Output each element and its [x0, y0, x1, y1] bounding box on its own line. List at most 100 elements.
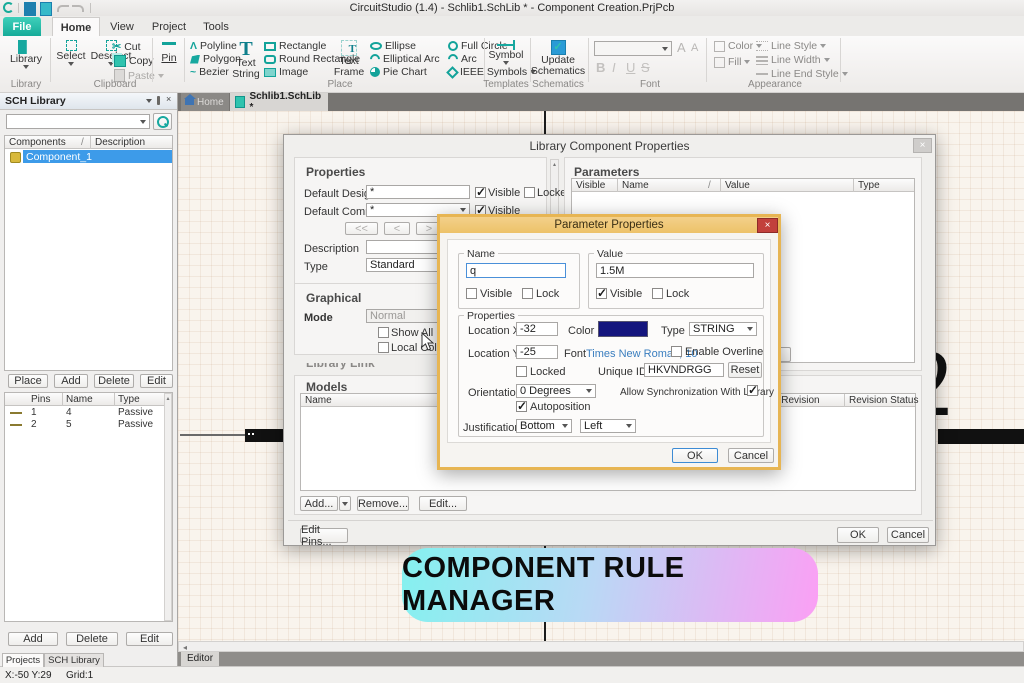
schematic-wire-left[interactable]: [180, 434, 246, 436]
italic-button[interactable]: I: [612, 60, 616, 75]
tab-home[interactable]: Home: [52, 17, 100, 37]
font-size-down[interactable]: A: [691, 42, 698, 54]
line-width-button[interactable]: Line Width: [756, 54, 830, 66]
pin-row[interactable]: 1 4 Passive: [5, 407, 164, 418]
cut-button[interactable]: ✂ Cut: [112, 40, 141, 54]
select-button[interactable]: Select: [54, 40, 88, 66]
pins-vscrollbar[interactable]: ▴: [164, 393, 172, 621]
symbol-button[interactable]: Symbol: [488, 40, 524, 65]
param-close-icon[interactable]: ×: [757, 218, 778, 233]
delete-pin-button[interactable]: Delete: [66, 632, 118, 646]
col-param-visible[interactable]: Visible: [576, 180, 605, 191]
show-all-pins-checkbox[interactable]: [378, 327, 389, 338]
color-swatch[interactable]: [598, 321, 648, 337]
panel-tab-projects[interactable]: Projects: [2, 653, 44, 667]
edit-pins-button[interactable]: Edit Pins...: [300, 524, 348, 548]
tab-file[interactable]: File: [3, 17, 41, 36]
model-add-dropdown[interactable]: [339, 496, 351, 511]
model-add-button[interactable]: Add...: [300, 496, 338, 511]
fill-button[interactable]: Fill: [714, 56, 751, 68]
library-filter-select[interactable]: [6, 114, 150, 129]
scroll-up-icon[interactable]: ▴: [553, 161, 556, 168]
add-component-button[interactable]: Add: [54, 374, 88, 388]
tab-tools[interactable]: Tools: [196, 17, 236, 36]
pager-prev-button[interactable]: <: [384, 222, 410, 235]
component-row[interactable]: Component_1: [5, 150, 172, 163]
param-ok-button[interactable]: OK: [672, 448, 718, 463]
justification-h-select[interactable]: Left: [580, 419, 636, 433]
param-value-input[interactable]: [596, 263, 754, 278]
orientation-select[interactable]: 0 Degrees: [516, 384, 596, 398]
col-param-name[interactable]: Name: [622, 180, 649, 191]
underline-button[interactable]: U: [626, 60, 635, 75]
pin-row[interactable]: 2 5 Passive: [5, 419, 164, 430]
strikethrough-button[interactable]: S: [641, 60, 650, 75]
bezier-button[interactable]: ~ Bezier: [190, 66, 229, 78]
ieee-symbols-button[interactable]: IEEE Symbols: [446, 65, 537, 79]
designator-locked-checkbox[interactable]: [524, 187, 535, 198]
param-name-input[interactable]: [466, 263, 566, 278]
tab-project[interactable]: Project: [146, 17, 192, 36]
col-model-name[interactable]: Name: [305, 395, 332, 406]
place-button[interactable]: Place: [8, 374, 48, 388]
polyline-button[interactable]: Λ Polyline: [190, 40, 237, 52]
col-description[interactable]: Description: [95, 137, 145, 148]
panel-menu-icon[interactable]: [146, 99, 152, 103]
dialog-cancel-button[interactable]: Cancel: [887, 527, 929, 543]
rectangle-button[interactable]: Rectangle: [264, 40, 326, 52]
text-string-button[interactable]: T Text String: [232, 39, 260, 80]
doc-tab-schlib[interactable]: Schlib1.SchLib *: [230, 91, 328, 113]
text-frame-button[interactable]: T Text Frame: [334, 40, 364, 78]
locked-checkbox[interactable]: [516, 366, 527, 377]
param-cancel-button[interactable]: Cancel: [728, 448, 774, 463]
image-button[interactable]: Image: [264, 66, 308, 78]
panel-pin-icon[interactable]: [157, 96, 160, 105]
font-size-up[interactable]: A: [677, 40, 686, 55]
schematic-pin-right[interactable]: [938, 429, 1024, 444]
tab-view[interactable]: View: [102, 17, 142, 36]
col-param-type[interactable]: Type: [858, 180, 880, 191]
update-schematics-button[interactable]: ✓ Update Schematics: [531, 40, 585, 77]
scroll-left-icon[interactable]: ◂: [183, 643, 187, 652]
doc-tab-home[interactable]: Home: [181, 93, 229, 111]
pin-button[interactable]: Pin: [156, 42, 182, 64]
font-family-select[interactable]: [594, 41, 672, 56]
unique-id-input[interactable]: [644, 363, 724, 377]
close-icon[interactable]: ×: [913, 138, 932, 153]
col-pin-name[interactable]: Name: [66, 394, 93, 405]
line-style-button[interactable]: Line Style: [756, 40, 827, 52]
elliptical-arc-button[interactable]: Elliptical Arc: [367, 51, 440, 67]
canvas-hscrollbar[interactable]: ◂: [178, 641, 1024, 652]
dialog-ok-button[interactable]: OK: [837, 527, 879, 543]
model-edit-button[interactable]: Edit...: [419, 496, 467, 511]
editor-tab[interactable]: Editor: [181, 652, 219, 666]
add-pin-button[interactable]: Add: [8, 632, 58, 646]
justification-v-select[interactable]: Bottom: [516, 419, 572, 433]
reset-button[interactable]: Reset: [728, 362, 762, 378]
location-x-input[interactable]: [516, 322, 558, 336]
default-designator-input[interactable]: [366, 185, 470, 199]
allow-sync-checkbox[interactable]: [747, 383, 758, 397]
panel-close-icon[interactable]: ×: [166, 94, 171, 104]
col-param-value[interactable]: Value: [725, 180, 750, 191]
panel-tab-sch-library[interactable]: SCH Library: [44, 653, 104, 667]
pager-first-button[interactable]: <<: [345, 222, 378, 235]
copy-button[interactable]: Copy: [114, 55, 154, 67]
ellipse-button[interactable]: Ellipse: [370, 40, 416, 52]
bold-button[interactable]: B: [596, 60, 605, 75]
col-pin-type[interactable]: Type: [118, 394, 140, 405]
library-search-button[interactable]: [153, 113, 172, 130]
delete-component-button[interactable]: Delete: [94, 374, 134, 388]
schematic-pin-left[interactable]: [245, 429, 287, 442]
enable-overline-checkbox[interactable]: [671, 346, 682, 357]
param-type-select[interactable]: STRING: [689, 322, 757, 336]
autoposition-checkbox[interactable]: [516, 399, 527, 413]
name-lock-checkbox[interactable]: [522, 288, 533, 299]
edit-component-button[interactable]: Edit: [140, 374, 173, 388]
pie-chart-button[interactable]: Pie Chart: [370, 66, 427, 78]
location-y-input[interactable]: [516, 345, 558, 359]
designator-visible-checkbox[interactable]: [475, 185, 486, 199]
library-button[interactable]: Library: [8, 40, 44, 69]
col-revision-status[interactable]: Revision Status: [849, 395, 918, 406]
col-components[interactable]: Components: [9, 137, 66, 148]
